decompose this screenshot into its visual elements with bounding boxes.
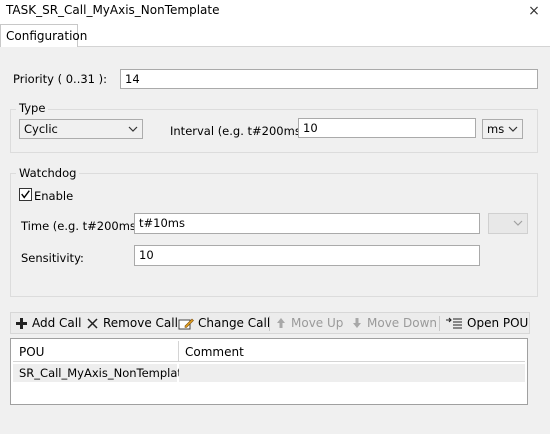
remove-call-label: Remove Call xyxy=(103,316,178,330)
open-pou-button[interactable]: Open POU xyxy=(445,313,528,333)
enable-checkbox[interactable] xyxy=(19,188,32,201)
enable-label: Enable xyxy=(34,189,74,203)
chevron-down-icon xyxy=(508,126,518,132)
calls-table: POU Comment SR_Call_MyAxis_NonTemplate xyxy=(10,338,528,405)
add-call-label: Add Call xyxy=(32,316,82,330)
calls-toolbar: Add Call Remove Call Change Call Move Up… xyxy=(10,312,530,334)
interval-unit-value: ms xyxy=(487,122,505,136)
change-call-label: Change Call xyxy=(198,316,271,330)
close-icon xyxy=(87,317,98,329)
arrow-up-icon xyxy=(277,318,285,328)
interval-input[interactable]: 10 xyxy=(298,118,476,138)
table-row[interactable]: SR_Call_MyAxis_NonTemplate xyxy=(13,364,525,382)
move-down-button[interactable]: Move Down xyxy=(351,313,437,333)
chevron-down-icon xyxy=(513,220,523,226)
move-down-label: Move Down xyxy=(367,316,437,330)
column-header-pou[interactable]: POU xyxy=(13,341,179,362)
window-title: TASK_SR_Call_MyAxis_NonTemplate xyxy=(6,3,220,17)
move-up-button[interactable]: Move Up xyxy=(275,313,343,333)
move-up-label: Move Up xyxy=(291,316,344,330)
plus-icon xyxy=(16,317,27,329)
watchdog-time-input[interactable]: t#10ms xyxy=(134,213,480,234)
close-icon[interactable]: × xyxy=(524,2,544,20)
type-select-value: Cyclic xyxy=(24,122,58,136)
toolbar-separator xyxy=(269,316,270,331)
change-call-button[interactable]: Change Call xyxy=(178,313,270,333)
remove-call-button[interactable]: Remove Call xyxy=(86,313,178,333)
chevron-down-icon xyxy=(128,126,138,132)
type-group-title: Type xyxy=(16,101,49,115)
type-select[interactable]: Cyclic xyxy=(19,119,143,139)
tab-configuration[interactable]: Configuration xyxy=(0,24,87,47)
table-cell-comment xyxy=(179,364,525,382)
open-pou-icon xyxy=(446,317,462,328)
checkmark-icon xyxy=(21,190,30,199)
watchdog-time-unit-select[interactable] xyxy=(488,213,528,234)
priority-label: Priority ( 0..31 ): xyxy=(13,72,108,86)
add-call-button[interactable]: Add Call xyxy=(15,313,81,333)
watchdog-group-title: Watchdog xyxy=(16,166,80,180)
edit-icon xyxy=(178,318,194,329)
interval-label: Interval (e.g. t#200ms): xyxy=(170,124,310,138)
toolbar-separator xyxy=(439,316,440,331)
arrow-down-icon xyxy=(353,318,361,328)
watchdog-time-label: Time (e.g. t#200ms): xyxy=(21,219,145,233)
open-pou-label: Open POU xyxy=(467,316,529,330)
column-header-comment[interactable]: Comment xyxy=(179,341,525,362)
interval-unit-select[interactable]: ms xyxy=(482,119,523,139)
table-cell-pou: SR_Call_MyAxis_NonTemplate xyxy=(13,364,189,382)
priority-input[interactable]: 14 xyxy=(120,69,538,89)
sensitivity-label: Sensitivity: xyxy=(21,251,84,265)
sensitivity-input[interactable]: 10 xyxy=(134,245,480,266)
watchdog-group xyxy=(10,173,538,297)
